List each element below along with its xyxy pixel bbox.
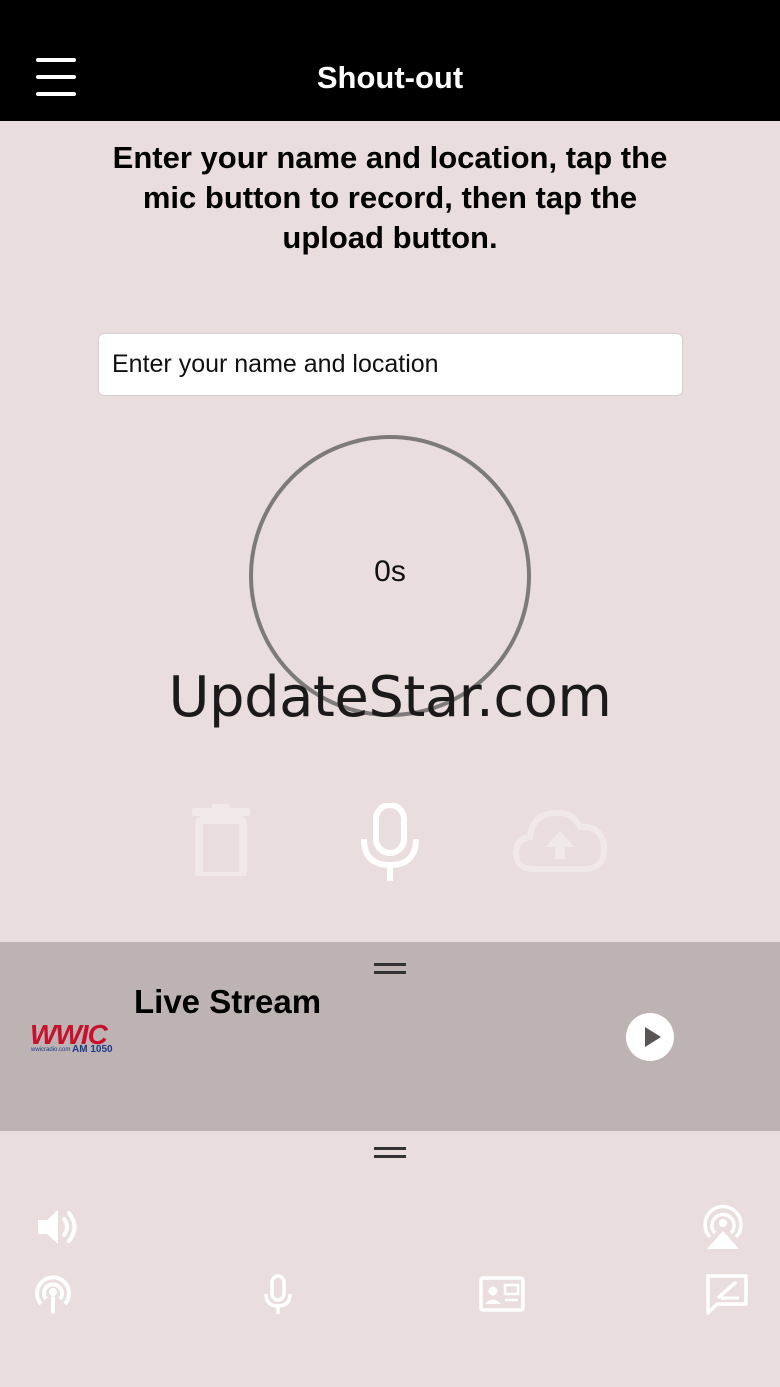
play-button[interactable] xyxy=(626,1013,674,1061)
station-logo: WWIC wwicradio.com AM 1050 xyxy=(30,1019,113,1055)
instructions-text: Enter your name and location, tap the mi… xyxy=(112,140,668,255)
volume-icon xyxy=(38,1210,77,1244)
handle-line xyxy=(374,971,406,974)
shoutout-tab-button[interactable] xyxy=(254,1270,302,1318)
toolbar-drag-handle[interactable] xyxy=(374,1147,406,1159)
watermark-text: UpdateStar.com xyxy=(168,665,612,730)
podcast-icon xyxy=(35,1275,71,1314)
upload-button[interactable] xyxy=(512,805,608,873)
handle-line xyxy=(374,1155,406,1158)
header-bar: Shout-out xyxy=(0,0,780,121)
microphone-icon xyxy=(361,802,419,881)
live-stream-player: WWIC wwicradio.com AM 1050 Live Stream xyxy=(0,942,780,1131)
logo-subtext: AM 1050 xyxy=(72,1044,113,1055)
page-title: Shout-out xyxy=(316,60,464,95)
handle-line xyxy=(374,963,406,966)
message-edit-icon xyxy=(706,1274,748,1315)
player-drag-handle[interactable] xyxy=(374,963,406,975)
airplay-icon xyxy=(703,1204,743,1249)
airplay-button[interactable] xyxy=(699,1203,747,1251)
player-title: Live Stream xyxy=(134,983,322,1020)
contact-card-icon xyxy=(479,1276,525,1312)
microphone-icon xyxy=(264,1274,292,1314)
cloud-upload-icon xyxy=(512,809,608,872)
volume-button[interactable] xyxy=(34,1203,82,1251)
record-button[interactable] xyxy=(360,802,420,883)
message-button[interactable] xyxy=(703,1270,751,1318)
contact-button[interactable] xyxy=(478,1270,526,1318)
play-icon xyxy=(645,1027,661,1047)
delete-recording-button[interactable] xyxy=(192,804,250,880)
recording-timer-value: 0s xyxy=(374,555,406,588)
name-location-input[interactable] xyxy=(98,333,683,396)
podcast-button[interactable] xyxy=(29,1270,77,1318)
trash-icon xyxy=(192,804,250,880)
logo-url-text: wwicradio.com xyxy=(30,1047,70,1053)
handle-line xyxy=(374,1147,406,1150)
